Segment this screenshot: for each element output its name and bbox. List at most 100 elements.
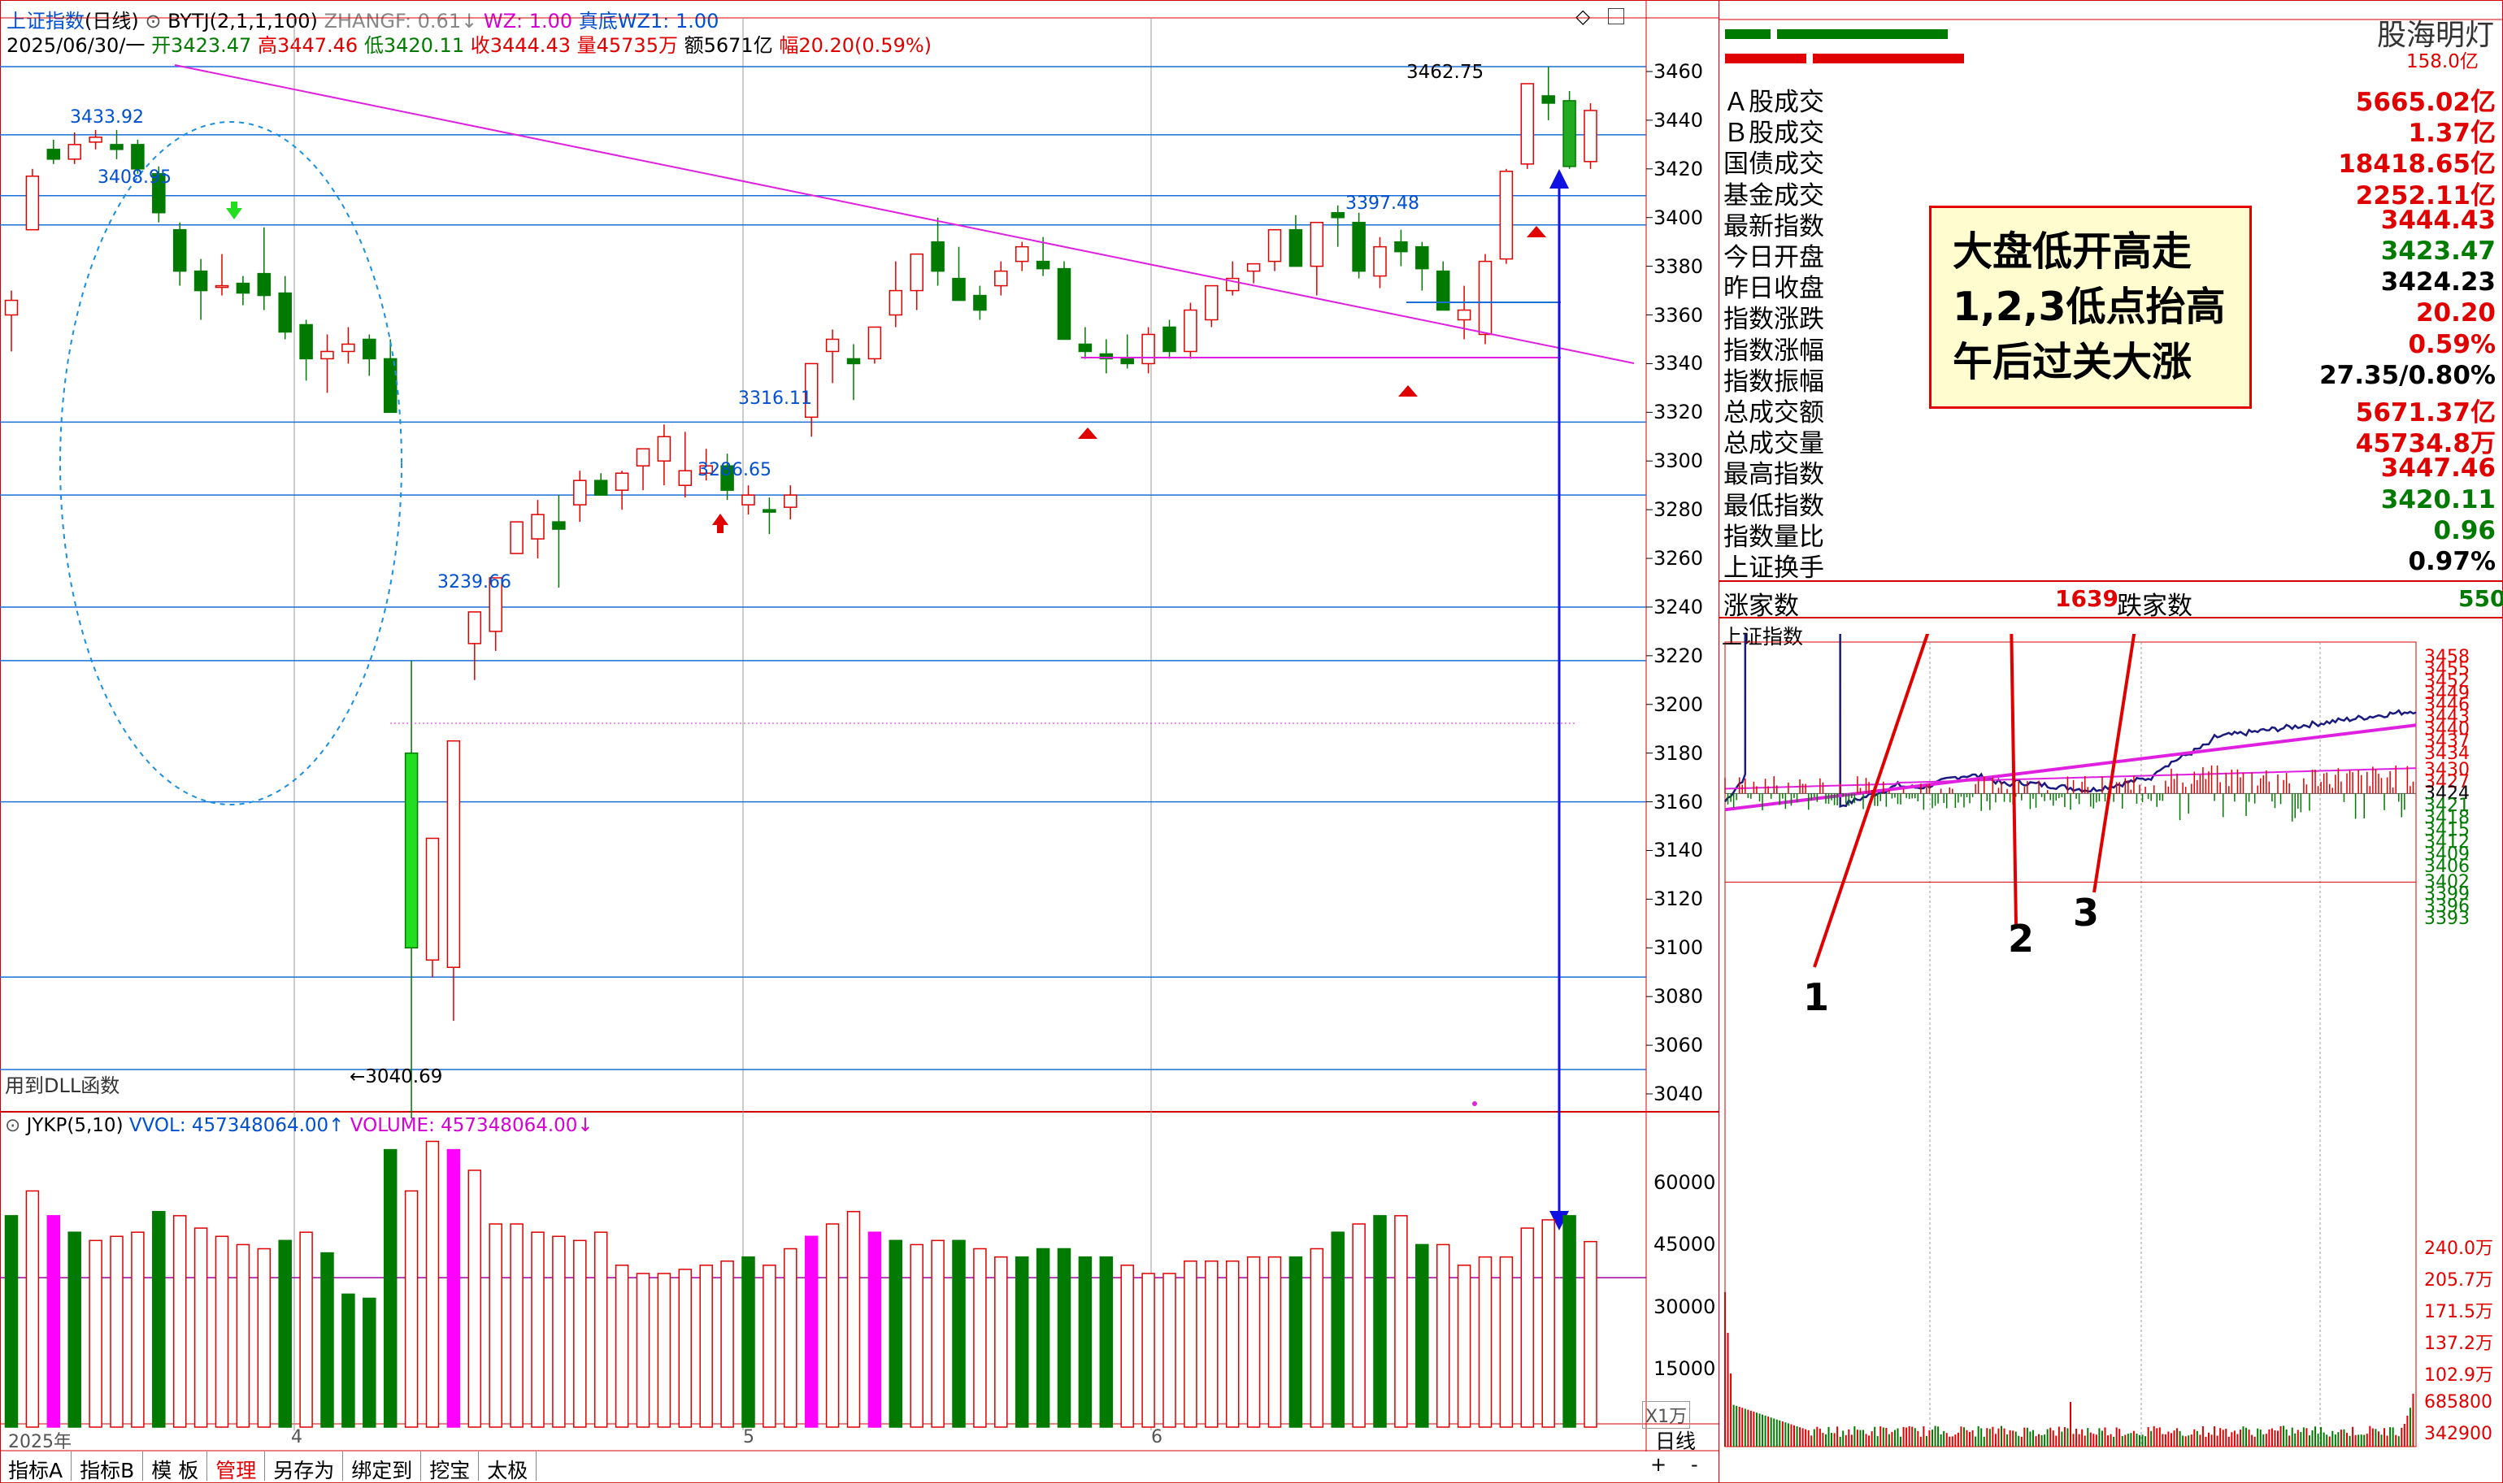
volume-unit: X1万 xyxy=(1642,1401,1691,1429)
volume-bar xyxy=(1267,1256,1282,1428)
down-count-label: 跌家数 xyxy=(2117,592,2192,621)
date-month-6: 6 xyxy=(1151,1427,1162,1447)
volume-bar xyxy=(804,1235,819,1428)
candle xyxy=(1394,229,1408,267)
volume-bar xyxy=(257,1248,272,1428)
candle xyxy=(1078,327,1093,359)
tab-template[interactable]: 模 板 xyxy=(143,1451,208,1482)
volume-bar xyxy=(531,1231,545,1428)
candle xyxy=(889,261,903,328)
marker-up xyxy=(1398,385,1418,397)
intraday-tick: 3393 xyxy=(2424,909,2470,929)
low-point-3: 3 xyxy=(2073,891,2100,935)
stat-value: 3424.23 xyxy=(2380,267,2496,297)
candle xyxy=(1310,221,1324,296)
volume-bar xyxy=(1457,1265,1471,1428)
volume-bar xyxy=(1162,1273,1176,1428)
buy-bar xyxy=(1725,29,1771,39)
volume-bar xyxy=(110,1235,124,1428)
volume-bar xyxy=(404,1190,419,1428)
volume-bar xyxy=(615,1265,629,1428)
intraday-chart[interactable] xyxy=(1719,634,2502,1463)
tab-manage[interactable]: 管理 xyxy=(207,1451,266,1482)
volume-bar xyxy=(1288,1256,1303,1428)
volume-bar xyxy=(383,1148,398,1428)
price-tick: 3440 xyxy=(1653,108,1704,132)
candle xyxy=(741,485,755,515)
intraday-vol-tick: 205.7万 xyxy=(2424,1270,2493,1291)
volume-bar xyxy=(1225,1260,1240,1428)
annot-3286: 3286.65 xyxy=(697,460,771,480)
candle xyxy=(467,611,482,680)
candle xyxy=(552,495,566,588)
volume-bar xyxy=(952,1239,966,1428)
volume-bar xyxy=(1541,1219,1555,1428)
tab-save-as[interactable]: 另存为 xyxy=(265,1451,344,1482)
low-point-2: 2 xyxy=(2008,917,2035,961)
volume-bar xyxy=(593,1231,608,1428)
annot-3040: ←3040.69 xyxy=(350,1066,443,1087)
candle xyxy=(89,129,102,150)
candle xyxy=(67,132,81,164)
intraday-vol-tick: 685800 xyxy=(2424,1392,2492,1412)
candle xyxy=(257,227,272,310)
marker-down xyxy=(226,208,242,219)
volume-bar xyxy=(846,1211,861,1428)
stat-value: 3444.43 xyxy=(2380,205,2496,235)
volume-bar xyxy=(910,1243,923,1428)
volume-bar xyxy=(1036,1248,1050,1428)
tab-taiji[interactable]: 太极 xyxy=(479,1451,537,1482)
price-tick: 3160 xyxy=(1653,790,1704,814)
date-year: 2025年 xyxy=(8,1432,72,1452)
candle xyxy=(363,334,376,376)
volume-bar xyxy=(1520,1227,1535,1428)
annot-3397: 3397.48 xyxy=(1345,193,1419,214)
price-tick: 3040 xyxy=(1653,1083,1704,1105)
candle xyxy=(1288,215,1303,267)
candle xyxy=(46,139,61,164)
candle xyxy=(404,660,419,1118)
volume-bar xyxy=(1436,1243,1450,1428)
tab-bind-to[interactable]: 绑定到 xyxy=(343,1451,422,1482)
tab-indicator-a[interactable]: 指标A xyxy=(0,1451,72,1482)
tab-dig[interactable]: 挖宝 xyxy=(421,1451,480,1482)
top-amount: 158.0亿 xyxy=(2406,51,2479,72)
collapse-icon[interactable]: ⊙ xyxy=(5,1115,20,1136)
callout-line-2: 1,2,3低点抬高 xyxy=(1953,284,2226,330)
volume-bar xyxy=(1099,1256,1114,1428)
candle xyxy=(867,326,882,364)
volume-bar xyxy=(1415,1243,1429,1428)
stat-value: 3420.11 xyxy=(2380,484,2496,514)
stat-row: Ａ股成交 5665.02亿 xyxy=(1723,81,2496,117)
candle xyxy=(657,424,671,486)
kline-chart[interactable] xyxy=(0,0,1719,1451)
candle xyxy=(952,246,966,302)
stat-row: 上证换手 0.97% xyxy=(1723,547,2496,583)
stat-row: 最低指数 3420.11 xyxy=(1723,484,2496,521)
volume-bar xyxy=(1499,1256,1514,1428)
price-tick: 3280 xyxy=(1653,498,1704,522)
candle xyxy=(1120,334,1134,369)
zoom-in-button[interactable]: + xyxy=(1650,1453,1666,1476)
zoom-out-button[interactable]: - xyxy=(1691,1453,1698,1476)
price-tick: 3100 xyxy=(1653,936,1704,960)
volume-bar xyxy=(1331,1231,1345,1428)
stat-value: 0.97% xyxy=(2408,547,2496,576)
date-month-5: 5 xyxy=(743,1427,754,1447)
volume-tick: 60000 xyxy=(1653,1171,1716,1195)
candle xyxy=(320,334,334,393)
candle xyxy=(1246,263,1261,284)
candle xyxy=(446,740,461,1022)
tab-indicator-b[interactable]: 指标B xyxy=(72,1451,144,1482)
price-tick: 3140 xyxy=(1653,839,1704,862)
volume-bar xyxy=(1205,1260,1219,1428)
price-tick: 3180 xyxy=(1653,741,1704,765)
buy-bar xyxy=(1777,29,1948,39)
volume-bar xyxy=(636,1273,650,1428)
period-selector[interactable]: 日线 xyxy=(1655,1425,1696,1455)
vol-indicator-name[interactable]: JYKP(5,10) xyxy=(27,1115,124,1136)
candle xyxy=(1584,102,1597,169)
candle xyxy=(172,222,187,286)
price-tick: 3340 xyxy=(1653,352,1704,375)
volume-bar xyxy=(1184,1260,1197,1428)
